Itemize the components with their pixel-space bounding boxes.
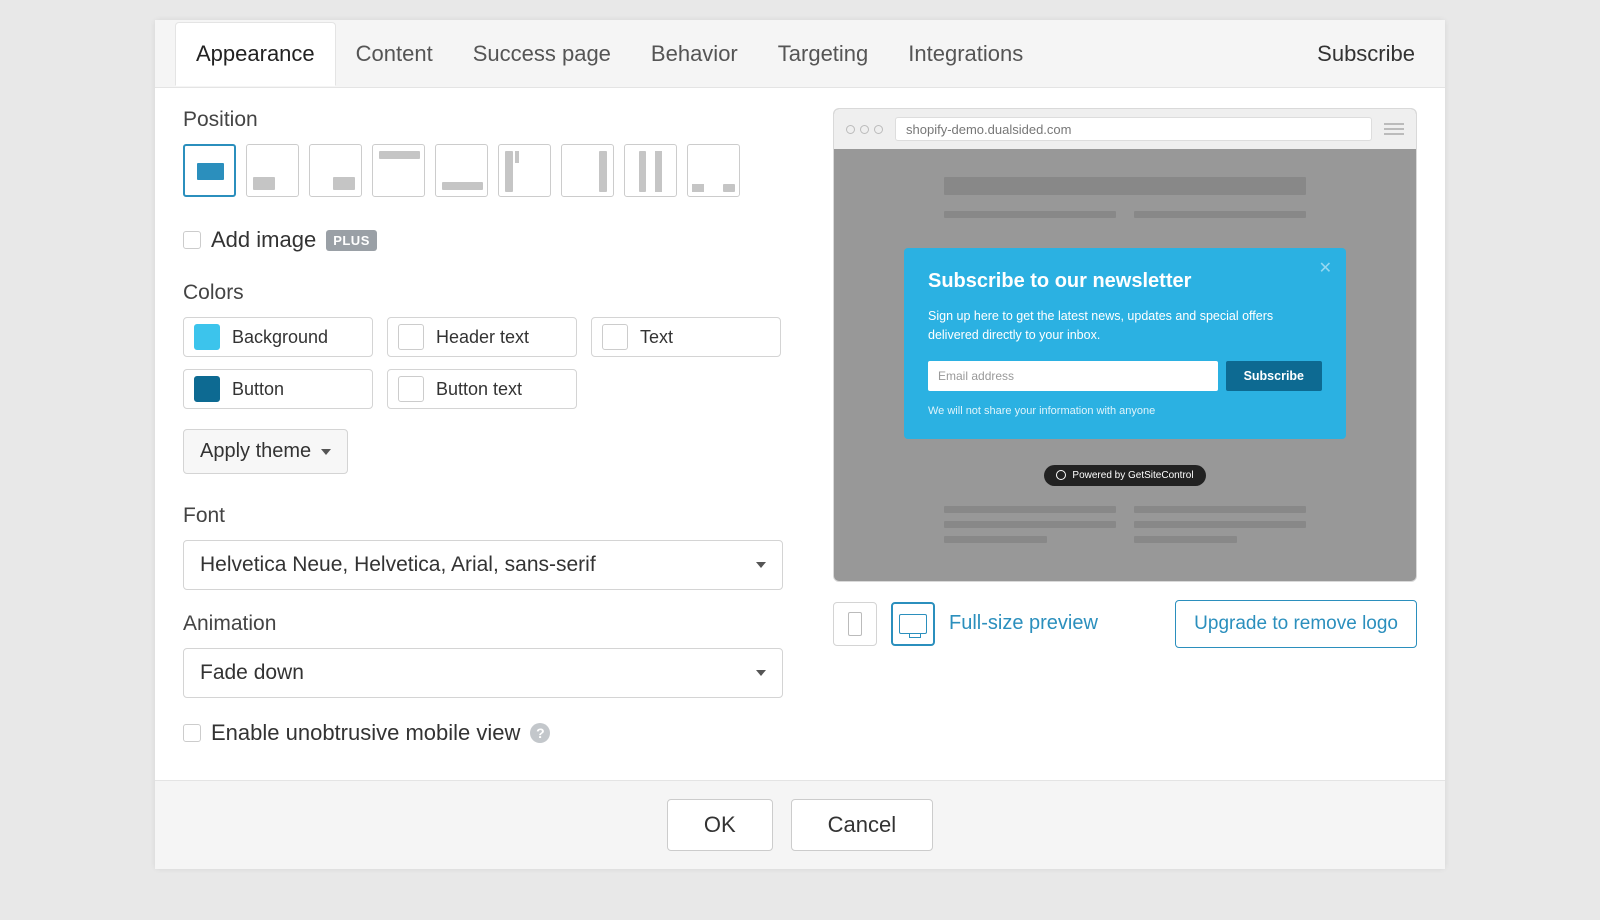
color-label: Button text — [436, 379, 522, 400]
popup-heading: Subscribe to our newsletter — [928, 270, 1322, 293]
color-header-text[interactable]: Header text — [387, 317, 577, 357]
mobile-icon — [848, 612, 862, 636]
position-picker — [183, 144, 793, 197]
desktop-icon — [899, 614, 927, 634]
tab-integrations[interactable]: Integrations — [888, 23, 1043, 85]
subscribe-button[interactable]: Subscribe — [1226, 361, 1322, 391]
animation-select[interactable]: Fade down — [183, 648, 783, 698]
caret-down-icon — [756, 670, 766, 676]
position-side-columns[interactable] — [624, 144, 677, 197]
swatch-icon — [398, 324, 424, 350]
swatch-icon — [398, 376, 424, 402]
color-text[interactable]: Text — [591, 317, 781, 357]
popup-preview: ✕ Subscribe to our newsletter Sign up he… — [904, 248, 1346, 439]
add-image-checkbox[interactable] — [183, 231, 201, 249]
color-button-text[interactable]: Button text — [387, 369, 577, 409]
position-right-panel[interactable] — [561, 144, 614, 197]
apply-theme-button[interactable]: Apply theme — [183, 429, 348, 474]
preview-panel: shopify-demo.dualsided.com ✕ Subscribe t… — [833, 108, 1417, 750]
position-corners[interactable] — [687, 144, 740, 197]
close-icon[interactable]: ✕ — [1319, 258, 1332, 278]
device-mobile-button[interactable] — [833, 602, 877, 646]
font-value: Helvetica Neue, Helvetica, Arial, sans-s… — [200, 553, 596, 577]
popup-body: Sign up here to get the latest news, upd… — [928, 307, 1322, 345]
browser-preview: shopify-demo.dualsided.com ✕ Subscribe t… — [833, 108, 1417, 582]
colors-label: Colors — [183, 281, 793, 305]
position-label: Position — [183, 108, 793, 132]
caret-down-icon — [321, 449, 331, 455]
preview-viewport: ✕ Subscribe to our newsletter Sign up he… — [834, 149, 1416, 581]
caret-down-icon — [756, 562, 766, 568]
email-field[interactable]: Email address — [928, 361, 1218, 391]
window-dots-icon — [846, 125, 883, 134]
position-left-panel[interactable] — [498, 144, 551, 197]
full-size-preview-link[interactable]: Full-size preview — [949, 612, 1098, 635]
popup-disclaimer: We will not share your information with … — [928, 405, 1322, 417]
position-bottom-left[interactable] — [246, 144, 299, 197]
mobile-view-checkbox[interactable] — [183, 724, 201, 742]
color-button[interactable]: Button — [183, 369, 373, 409]
position-bottom-right[interactable] — [309, 144, 362, 197]
plus-badge: PLUS — [326, 230, 377, 251]
animation-label: Animation — [183, 612, 793, 636]
tabs-bar: Appearance Content Success page Behavior… — [155, 20, 1445, 88]
color-label: Header text — [436, 327, 529, 348]
tab-behavior[interactable]: Behavior — [631, 23, 758, 85]
help-icon[interactable]: ? — [530, 723, 550, 743]
cancel-button[interactable]: Cancel — [791, 799, 933, 851]
tab-content[interactable]: Content — [336, 23, 453, 85]
swatch-icon — [194, 324, 220, 350]
position-center[interactable] — [183, 144, 236, 197]
colors-grid: Background Header text Text Button Butto… — [183, 317, 793, 409]
widget-settings-dialog: Appearance Content Success page Behavior… — [155, 20, 1445, 869]
font-select[interactable]: Helvetica Neue, Helvetica, Arial, sans-s… — [183, 540, 783, 590]
color-background[interactable]: Background — [183, 317, 373, 357]
url-bar: shopify-demo.dualsided.com — [895, 117, 1372, 141]
mobile-view-row[interactable]: Enable unobtrusive mobile view ? — [183, 720, 793, 746]
ok-button[interactable]: OK — [667, 799, 773, 851]
browser-chrome: shopify-demo.dualsided.com — [834, 109, 1416, 149]
tab-targeting[interactable]: Targeting — [758, 23, 889, 85]
dialog-footer: OK Cancel — [155, 780, 1445, 869]
position-bottom-bar[interactable] — [435, 144, 488, 197]
powered-by-badge: Powered by GetSiteControl — [1044, 465, 1205, 486]
mobile-view-label: Enable unobtrusive mobile view — [211, 720, 520, 746]
position-top-bar[interactable] — [372, 144, 425, 197]
widget-type-label: Subscribe — [1317, 41, 1425, 67]
color-label: Background — [232, 327, 328, 348]
powered-by-text: Powered by GetSiteControl — [1072, 470, 1193, 481]
color-label: Button — [232, 379, 284, 400]
device-desktop-button[interactable] — [891, 602, 935, 646]
swatch-icon — [602, 324, 628, 350]
settings-panel: Position Add image PLUS Colors — [183, 108, 793, 750]
apply-theme-label: Apply theme — [200, 440, 311, 463]
add-image-label: Add image — [211, 227, 316, 253]
swatch-icon — [194, 376, 220, 402]
preview-controls: Full-size preview Upgrade to remove logo — [833, 600, 1417, 648]
color-label: Text — [640, 327, 673, 348]
upgrade-button[interactable]: Upgrade to remove logo — [1175, 600, 1417, 648]
logo-icon — [1056, 470, 1066, 480]
add-image-row[interactable]: Add image PLUS — [183, 227, 793, 253]
tab-appearance[interactable]: Appearance — [175, 22, 336, 86]
font-label: Font — [183, 504, 793, 528]
hamburger-icon — [1384, 123, 1404, 135]
tab-success-page[interactable]: Success page — [453, 23, 631, 85]
animation-value: Fade down — [200, 661, 304, 685]
